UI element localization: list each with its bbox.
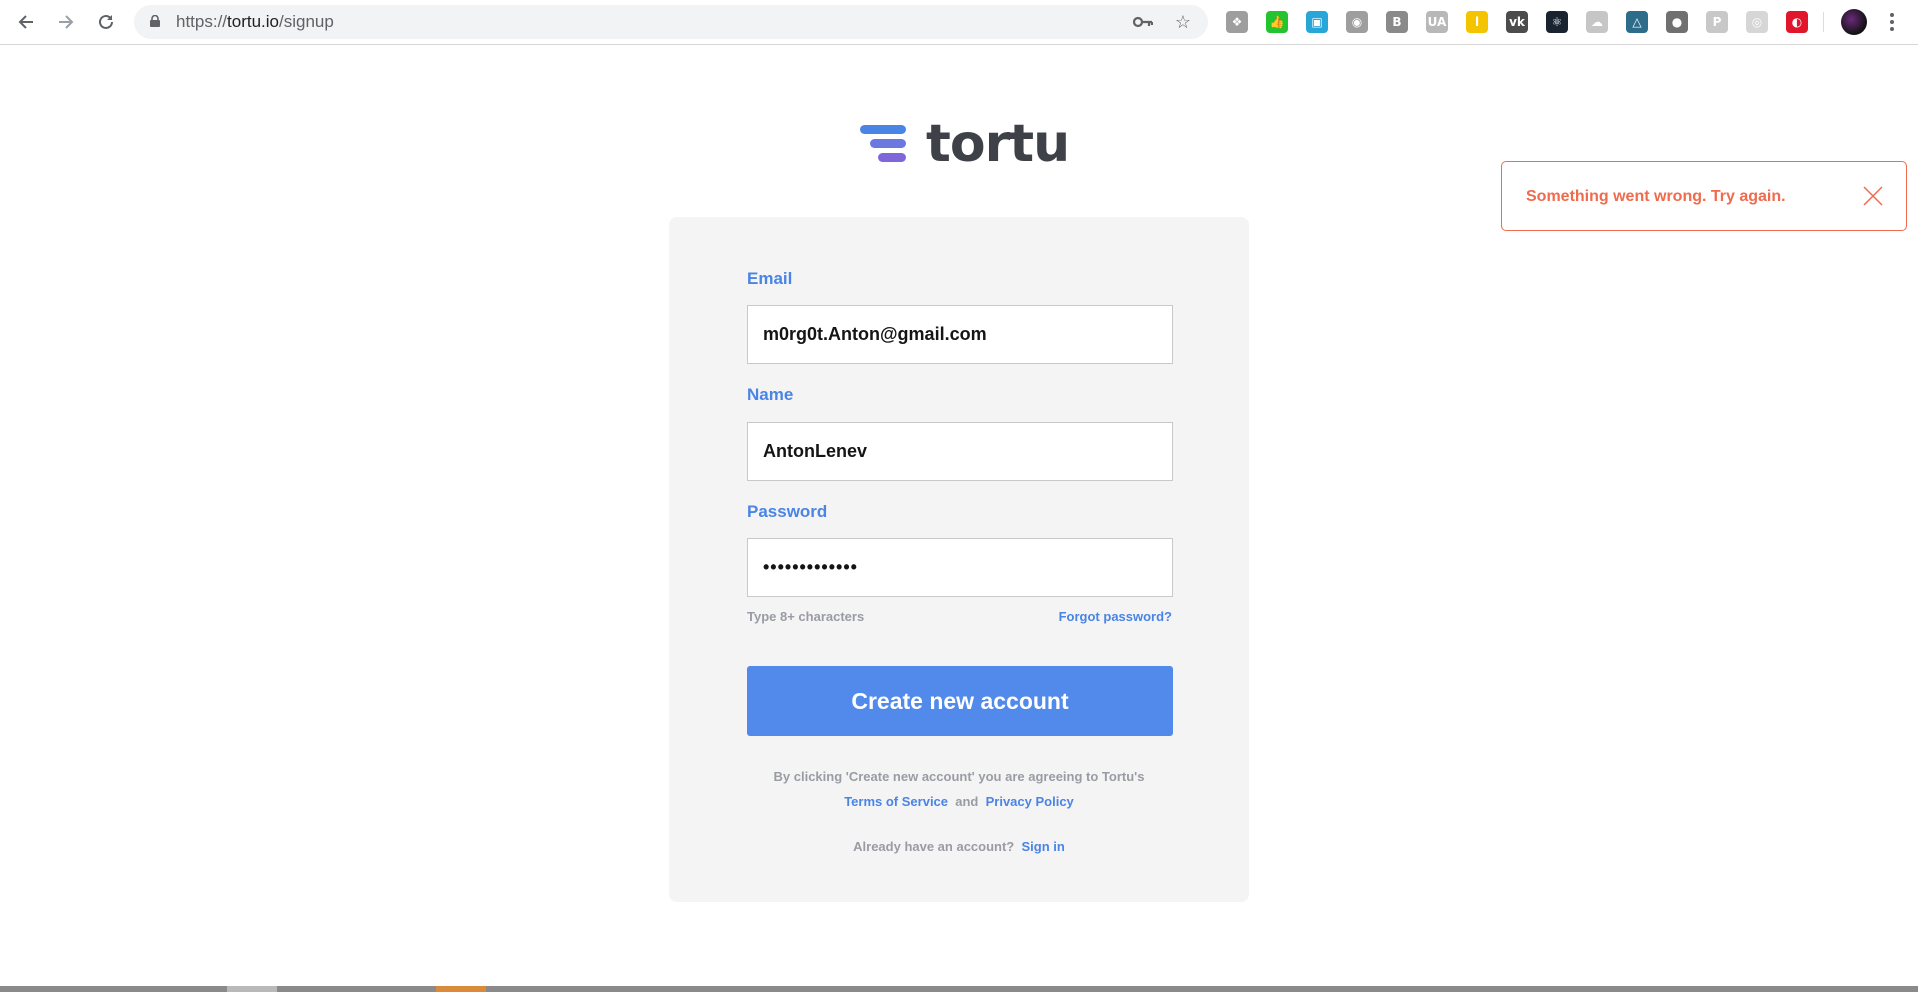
signin-prompt: Already have an account?	[853, 839, 1015, 854]
ua-icon[interactable]: UA	[1426, 11, 1448, 33]
star-icon[interactable]: ☆	[1172, 12, 1194, 32]
profile-avatar[interactable]	[1841, 9, 1867, 35]
error-toast: Something went wrong. Try again.	[1501, 161, 1907, 231]
signin-row: Already have an account? Sign in	[669, 839, 1249, 854]
toast-message: Something went wrong. Try again.	[1526, 188, 1786, 205]
vk-icon[interactable]: vk	[1506, 11, 1528, 33]
screen-capture-icon[interactable]: ▣	[1306, 11, 1328, 33]
browser-toolbar: https://tortu.io/signup ☆ ❖ 👍 ▣ ◉ B UA l vk ⚛ ☁ △ ●…	[0, 0, 1918, 45]
l-icon[interactable]: l	[1466, 11, 1488, 33]
email-value: m0rg0t.Anton@gmail.com	[763, 324, 987, 344]
close-icon[interactable]	[1862, 185, 1884, 207]
privacy-policy-link[interactable]: Privacy Policy	[986, 794, 1074, 809]
thumb-up-icon[interactable]: 👍	[1266, 11, 1288, 33]
cloud-icon[interactable]: ☁	[1586, 11, 1608, 33]
name-label: Name	[747, 385, 794, 404]
password-label: Password	[747, 502, 828, 521]
p-icon[interactable]: P	[1706, 11, 1728, 33]
forward-arrow-icon[interactable]	[52, 8, 80, 36]
password-value: •••••••••••••	[763, 557, 858, 577]
paw-icon[interactable]: ❖	[1226, 11, 1248, 33]
url-text: https://tortu.io/signup	[176, 12, 334, 31]
back-arrow-icon[interactable]	[12, 8, 40, 36]
globe-icon[interactable]: ●	[1666, 11, 1688, 33]
react-icon[interactable]: ⚛	[1546, 11, 1568, 33]
logo-text: tortu	[926, 114, 1070, 174]
triangle-icon[interactable]: △	[1626, 11, 1648, 33]
reload-icon[interactable]	[92, 8, 120, 36]
password-field[interactable]: •••••••••••••	[747, 538, 1173, 597]
address-bar[interactable]: https://tortu.io/signup ☆	[134, 5, 1208, 39]
legal-text: By clicking 'Create new account' you are…	[773, 769, 1145, 784]
tortu-logo[interactable]: tortu	[860, 114, 1070, 174]
sign-in-link[interactable]: Sign in	[1022, 839, 1065, 854]
forgot-password-link[interactable]: Forgot password?	[1059, 609, 1172, 624]
b-icon[interactable]: B	[1386, 11, 1408, 33]
taskbar-strip	[0, 986, 1918, 992]
name-field[interactable]: AntonLenev	[747, 422, 1173, 481]
browser-menu-icon[interactable]	[1882, 8, 1902, 36]
create-account-button[interactable]: Create new account	[747, 666, 1173, 736]
name-value: AntonLenev	[763, 441, 868, 461]
password-hint: Type 8+ characters	[747, 609, 865, 624]
circle-icon[interactable]: ◎	[1746, 11, 1768, 33]
logo-mark-icon	[860, 125, 906, 163]
email-label: Email	[747, 269, 793, 288]
red-circle-icon[interactable]: ◐	[1786, 11, 1808, 33]
key-icon[interactable]	[1132, 12, 1154, 32]
toolbar-divider	[1823, 12, 1824, 32]
camera-icon[interactable]: ◉	[1346, 11, 1368, 33]
legal-and: and	[955, 794, 979, 809]
signup-card: Email m0rg0t.Anton@gmail.com Name AntonL…	[669, 217, 1249, 902]
terms-of-service-link[interactable]: Terms of Service	[844, 794, 948, 809]
lock-icon	[150, 15, 160, 27]
legal-links: Terms of Service and Privacy Policy	[669, 794, 1249, 809]
email-field[interactable]: m0rg0t.Anton@gmail.com	[747, 305, 1173, 364]
